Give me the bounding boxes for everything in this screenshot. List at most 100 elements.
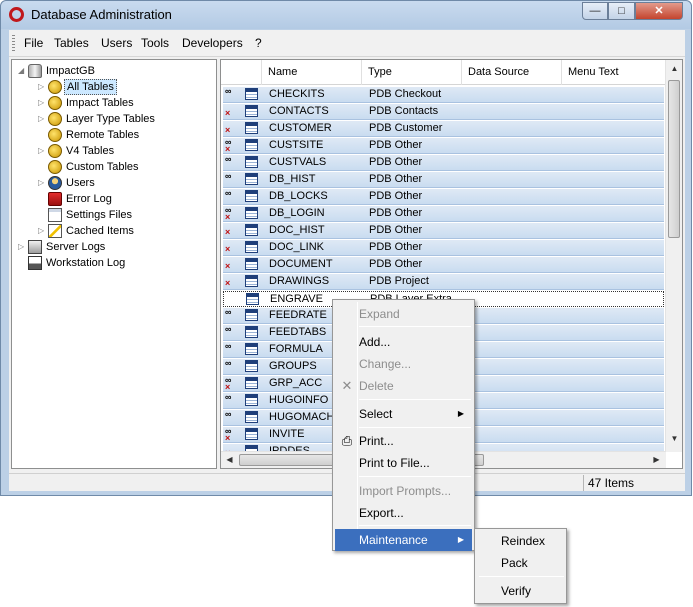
table-row[interactable]: × CONTACTS PDB Contacts [223, 104, 664, 120]
title-bar[interactable]: Database Administration — □ ✕ [1, 1, 691, 29]
row-status-icon [226, 293, 240, 306]
menu-item-maintenance[interactable]: Maintenance ▶ [335, 529, 472, 551]
column-header-name[interactable]: Name [261, 60, 361, 85]
x-mark-icon: × [225, 227, 231, 237]
table-row[interactable]: × DOCUMENT PDB Other [223, 257, 664, 273]
menu-help[interactable]: ? [255, 36, 262, 50]
maintenance-submenu: Reindex Pack Verify [474, 528, 567, 604]
vertical-scrollbar[interactable]: ▲ ▼ [665, 60, 682, 452]
table-icon [245, 207, 258, 219]
x-mark-icon: × [225, 278, 231, 288]
x-mark-icon: × [225, 261, 231, 271]
row-status-icon: × [225, 241, 239, 254]
menu-file[interactable]: File [24, 36, 43, 50]
table-row[interactable]: ∞ CUSTVALS PDB Other [223, 155, 664, 171]
table-icon [245, 105, 258, 117]
scroll-up-arrow-icon[interactable]: ▲ [666, 64, 683, 73]
submenu-arrow-icon: ▶ [457, 535, 464, 544]
table-icon [245, 156, 258, 168]
close-button[interactable]: ✕ [635, 2, 683, 20]
row-status-icon: ∞ × [225, 427, 239, 443]
menu-tables[interactable]: Tables [54, 36, 89, 50]
menu-item-change[interactable]: Change... [335, 353, 472, 375]
table-row[interactable]: × DOC_HIST PDB Other [223, 223, 664, 239]
menu-item-pack[interactable]: Pack [477, 552, 564, 574]
expand-arrow-icon[interactable]: ▷ [38, 111, 46, 127]
row-status-icon: ∞ [225, 87, 239, 101]
row-status-icon: ∞ [225, 341, 239, 356]
table-row[interactable]: × CUSTOMER PDB Customer [223, 121, 664, 137]
table-icon [245, 275, 258, 287]
expand-arrow-icon[interactable]: ▷ [38, 175, 46, 191]
table-row[interactable]: ∞ DB_HIST PDB Other [223, 172, 664, 188]
column-header-data-source[interactable]: Data Source [461, 60, 561, 85]
scroll-left-arrow-icon[interactable]: ◀ [221, 455, 238, 464]
column-header-menu-text[interactable]: Menu Text [561, 60, 666, 85]
menu-item-reindex[interactable]: Reindex [477, 530, 564, 552]
row-status-icon: ∞ [225, 393, 239, 407]
x-mark-icon: × [225, 144, 231, 154]
navigation-tree: ◢ ImpactGB ▷ All Tables ▷ Impact Tables … [11, 59, 217, 469]
row-status-icon: ∞ × [225, 376, 239, 392]
toolbar-grip-icon[interactable] [12, 35, 15, 52]
table-row[interactable]: ∞ CHECKITS PDB Checkout [223, 87, 664, 103]
row-status-icon: × [225, 258, 239, 271]
menu-item-print-to-file[interactable]: Print to File... [335, 452, 472, 474]
scroll-right-arrow-icon[interactable]: ▶ [648, 455, 665, 464]
table-row[interactable]: × DRAWINGS PDB Project [223, 274, 664, 290]
expand-arrow-icon[interactable]: ▷ [38, 143, 46, 159]
column-header-icons[interactable] [221, 60, 261, 85]
cell-name: ENGRAVE [270, 293, 323, 305]
menu-separator [359, 476, 471, 477]
vertical-scroll-thumb[interactable] [668, 80, 680, 238]
table-icon [245, 394, 258, 406]
collapse-arrow-icon[interactable]: ◢ [18, 63, 26, 79]
x-mark-icon: × [225, 212, 231, 222]
expand-arrow-icon[interactable]: ▷ [18, 239, 26, 255]
expand-arrow-icon[interactable]: ▷ [38, 95, 46, 111]
cell-type: PDB Other [369, 258, 423, 270]
menu-item-expand[interactable]: Expand [335, 303, 472, 325]
table-row[interactable]: ∞ DB_LOCKS PDB Other [223, 189, 664, 205]
row-status-icon: ∞ [225, 324, 239, 339]
glasses-icon: ∞ [225, 341, 231, 351]
table-icon [245, 139, 258, 151]
menu-users[interactable]: Users [101, 36, 132, 50]
menu-item-export[interactable]: Export... [335, 502, 472, 524]
cell-name: CUSTOMER [269, 122, 332, 134]
menu-item-select[interactable]: Select ▶ [335, 403, 472, 425]
menu-tools[interactable]: Tools [141, 36, 169, 50]
users-icon [48, 176, 62, 190]
minimize-button[interactable]: — [582, 2, 608, 20]
cell-name: DB_HIST [269, 173, 316, 185]
cell-name: FORMULA [269, 343, 323, 355]
menu-item-add[interactable]: Add... [335, 331, 472, 353]
table-icon [245, 343, 258, 355]
menu-developers[interactable]: Developers [182, 36, 243, 50]
cell-type: PDB Other [369, 241, 423, 253]
table-row[interactable]: ∞ × DB_LOGIN PDB Other [223, 206, 664, 222]
expand-arrow-icon[interactable]: ▷ [38, 79, 46, 95]
menu-item-import-prompts[interactable]: Import Prompts... [335, 480, 472, 502]
table-row[interactable]: ∞ × CUSTSITE PDB Other [223, 138, 664, 154]
menu-item-verify[interactable]: Verify [477, 580, 564, 602]
x-mark-icon: × [225, 244, 231, 254]
context-menu: Expand Add... Change... ✕ Delete Select … [332, 299, 475, 551]
row-status-icon: × [225, 224, 239, 237]
scroll-down-arrow-icon[interactable]: ▼ [666, 434, 683, 443]
cell-type: PDB Project [369, 275, 429, 287]
column-header-type[interactable]: Type [361, 60, 461, 85]
maximize-button[interactable]: □ [608, 2, 635, 20]
expand-arrow-icon[interactable]: ▷ [38, 223, 46, 239]
menu-separator [359, 326, 471, 327]
menu-item-print[interactable]: ⎙ Print... [335, 430, 472, 452]
menu-bar: File Tables Users Tools Developers ? [9, 30, 685, 57]
cell-type: PDB Other [369, 173, 423, 185]
menu-item-delete[interactable]: ✕ Delete [335, 375, 472, 397]
glasses-icon: ∞ [225, 324, 231, 334]
menu-separator [359, 525, 471, 526]
row-status-icon: ∞ [225, 308, 239, 322]
table-row[interactable]: × DOC_LINK PDB Other [223, 240, 664, 256]
table-icon [245, 88, 258, 100]
cell-name: DB_LOCKS [269, 190, 328, 202]
